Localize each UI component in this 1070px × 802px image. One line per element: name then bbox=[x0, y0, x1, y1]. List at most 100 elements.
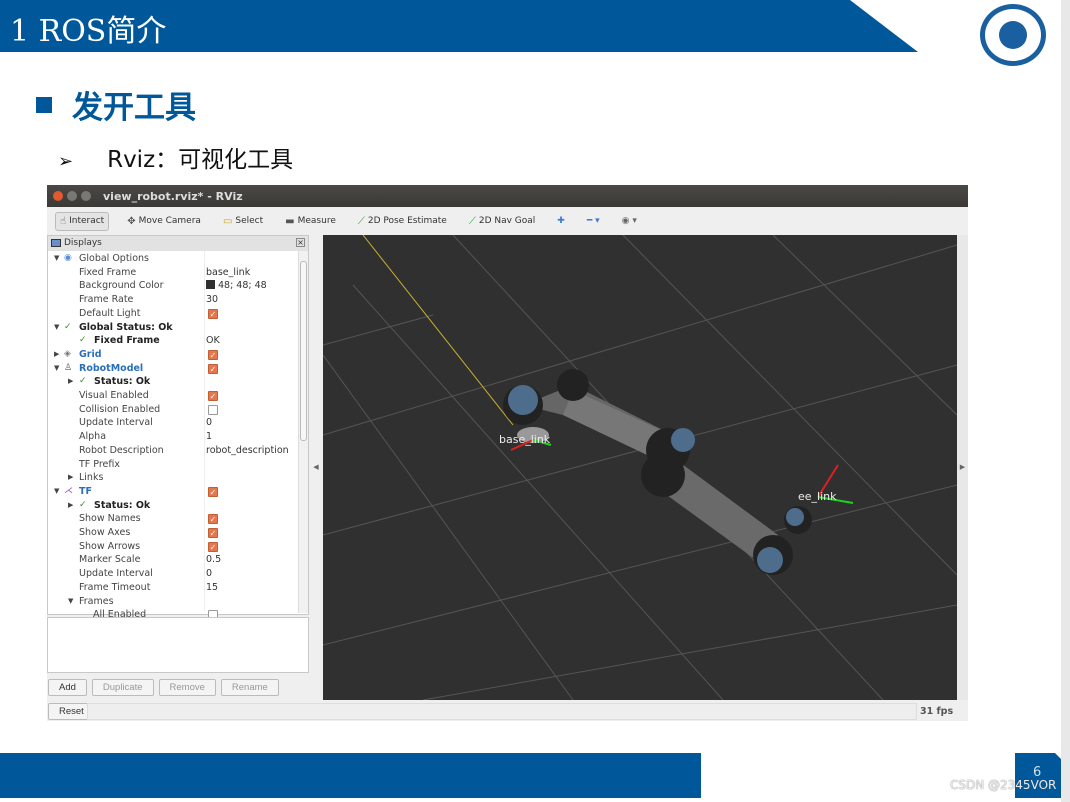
display-row-collision-enabled[interactable]: Collision Enabled bbox=[48, 403, 298, 417]
checkbox[interactable]: ✓ bbox=[208, 528, 218, 538]
move-camera-icon: ✥ bbox=[127, 215, 136, 227]
displays-scrollbar[interactable] bbox=[298, 251, 308, 613]
add-display-icon[interactable]: ✚ bbox=[553, 213, 569, 229]
display-row-status-ok[interactable]: ▶ ✓ Status: Ok bbox=[48, 499, 298, 513]
display-row-global-status-ok[interactable]: ▼ ✓ Global Status: Ok bbox=[48, 321, 298, 335]
display-row-robotmodel[interactable]: ▼ ♙ RobotModel ✓ bbox=[48, 362, 298, 376]
duplicate-button[interactable]: Duplicate bbox=[91, 679, 154, 696]
tf-link-line bbox=[362, 234, 514, 426]
row-value[interactable]: base_link bbox=[206, 266, 250, 280]
checkbox[interactable] bbox=[208, 404, 218, 415]
fps-readout: 31 fps bbox=[920, 706, 954, 717]
expand-down-icon[interactable]: ▼ bbox=[54, 252, 59, 266]
display-row-grid[interactable]: ▶ ◈ Grid ✓ bbox=[48, 348, 298, 362]
row-label: Status: Ok bbox=[94, 499, 151, 511]
close-panel-button[interactable]: × bbox=[296, 238, 305, 247]
expand-down-icon[interactable]: ▼ bbox=[54, 362, 59, 376]
display-row-show-axes[interactable]: Show Axes ✓ bbox=[48, 526, 298, 540]
display-row-update-interval[interactable]: Update Interval 0 bbox=[48, 416, 298, 430]
display-row-default-light[interactable]: Default Light ✓ bbox=[48, 307, 298, 321]
display-row-background-color[interactable]: Background Color 48; 48; 48 bbox=[48, 279, 298, 293]
window-title: view_robot.rviz* - RViz bbox=[103, 189, 243, 203]
row-value[interactable]: 0 bbox=[206, 567, 212, 581]
row-label: Background Color bbox=[79, 280, 164, 292]
tool-interact[interactable]: ☝ Interact bbox=[55, 211, 110, 231]
display-row-show-arrows[interactable]: Show Arrows ✓ bbox=[48, 540, 298, 554]
row-label: Robot Description bbox=[79, 444, 164, 456]
3d-viewport[interactable]: base_link ee_link bbox=[322, 234, 958, 701]
checkbox[interactable]: ✓ bbox=[208, 486, 218, 497]
expand-right-icon[interactable]: ▶ bbox=[68, 471, 73, 485]
maximize-window-button[interactable] bbox=[81, 191, 91, 201]
display-row-links[interactable]: ▶ Links bbox=[48, 471, 298, 485]
monitor-icon bbox=[51, 239, 61, 247]
row-value[interactable]: 15 bbox=[206, 581, 218, 595]
row-value[interactable]: 0.5 bbox=[206, 553, 221, 567]
checkbox[interactable]: ✓ bbox=[208, 349, 218, 360]
display-row-frame-timeout[interactable]: Frame Timeout 15 bbox=[48, 581, 298, 595]
row-label: TF bbox=[79, 485, 92, 497]
display-row-tf-prefix[interactable]: TF Prefix bbox=[48, 458, 298, 472]
minimize-window-button[interactable] bbox=[67, 191, 77, 201]
remove-button[interactable]: Remove bbox=[158, 679, 216, 696]
display-row-visual-enabled[interactable]: Visual Enabled ✓ bbox=[48, 389, 298, 403]
checkbox[interactable]: ✓ bbox=[208, 363, 218, 374]
left-collapse-handle[interactable]: ◀ bbox=[311, 235, 321, 700]
checkbox[interactable]: ✓ bbox=[208, 514, 218, 525]
display-row-alpha[interactable]: Alpha 1 bbox=[48, 430, 298, 444]
tool-2d-nav-goal[interactable]: ⟋ 2D Nav Goal bbox=[465, 213, 539, 230]
display-row-frame-rate[interactable]: Frame Rate 30 bbox=[48, 293, 298, 307]
expand-right-icon[interactable]: ▶ bbox=[54, 348, 59, 362]
display-row-show-names[interactable]: Show Names ✓ bbox=[48, 512, 298, 526]
slide-scrollbar[interactable] bbox=[1061, 0, 1070, 802]
expand-right-icon[interactable]: ▶ bbox=[68, 375, 73, 389]
display-row-marker-scale[interactable]: Marker Scale 0.5 bbox=[48, 553, 298, 567]
row-value[interactable]: 1 bbox=[206, 430, 212, 444]
checkbox[interactable]: ✓ bbox=[208, 391, 218, 401]
row-label: Visual Enabled bbox=[79, 390, 149, 401]
row-value[interactable]: robot_description bbox=[206, 444, 289, 458]
row-label: Fixed Frame bbox=[94, 335, 160, 347]
display-row-global-options[interactable]: ▼ ◉ Global Options bbox=[48, 252, 298, 266]
row-value[interactable]: OK bbox=[206, 334, 220, 348]
bullet-item: ➢ Rviz：可视化工具 bbox=[58, 140, 293, 174]
tool-select[interactable]: ▭ Select bbox=[219, 213, 267, 230]
expand-down-icon[interactable]: ▼ bbox=[54, 485, 59, 499]
expand-right-icon[interactable]: ▶ bbox=[68, 499, 73, 513]
check-icon: ✓ bbox=[79, 499, 87, 510]
tool-measure[interactable]: ▬ Measure bbox=[281, 213, 340, 230]
display-row-frames[interactable]: ▼ Frames bbox=[48, 595, 298, 609]
robot-icon: ♙ bbox=[64, 362, 73, 373]
value-text: 1 bbox=[206, 431, 213, 443]
row-value[interactable]: 0 bbox=[206, 416, 212, 430]
rename-button[interactable]: Rename bbox=[220, 679, 279, 696]
display-row-robot-description[interactable]: Robot Description robot_description bbox=[48, 444, 298, 458]
checkbox[interactable]: ✓ bbox=[208, 308, 218, 319]
expand-down-icon[interactable]: ▼ bbox=[54, 321, 59, 335]
display-row-update-interval[interactable]: Update Interval 0 bbox=[48, 567, 298, 581]
row-label: Fixed Frame bbox=[79, 266, 137, 278]
view-options-icon[interactable]: ◉ ▾ bbox=[618, 213, 641, 229]
checkbox[interactable]: ✓ bbox=[208, 541, 218, 552]
grid-icon: ◈ bbox=[64, 348, 71, 359]
remove-display-icon[interactable]: ━ ▾ bbox=[583, 213, 604, 229]
display-row-fixed-frame[interactable]: Fixed Frame base_link bbox=[48, 266, 298, 280]
scrollbar-thumb[interactable] bbox=[300, 261, 307, 441]
value-text: 0 bbox=[206, 417, 213, 429]
add-button[interactable]: Add bbox=[48, 679, 87, 696]
display-row-status-ok[interactable]: ▶ ✓ Status: Ok bbox=[48, 375, 298, 389]
row-value[interactable]: 30 bbox=[206, 293, 218, 307]
check-icon: ✓ bbox=[79, 376, 87, 387]
hand-icon: ☝ bbox=[60, 215, 67, 227]
display-row-tf[interactable]: ▼ ⋌ TF ✓ bbox=[48, 485, 298, 499]
tool-label: Select bbox=[235, 216, 264, 226]
color-swatch[interactable] bbox=[206, 280, 215, 290]
rviz-window: view_robot.rviz* - RViz ☝ Interact ✥ Move C… bbox=[47, 185, 968, 721]
display-row-fixed-frame[interactable]: ✓ Fixed Frame OK bbox=[48, 334, 298, 348]
expand-down-icon[interactable]: ▼ bbox=[68, 595, 73, 609]
row-value[interactable]: 48; 48; 48 bbox=[206, 279, 267, 293]
close-window-button[interactable] bbox=[53, 191, 63, 201]
tool-2d-pose-estimate[interactable]: ⟋ 2D Pose Estimate bbox=[354, 213, 451, 230]
right-collapse-handle[interactable]: ▶ bbox=[957, 235, 968, 700]
tool-move-camera[interactable]: ✥ Move Camera bbox=[123, 213, 205, 230]
